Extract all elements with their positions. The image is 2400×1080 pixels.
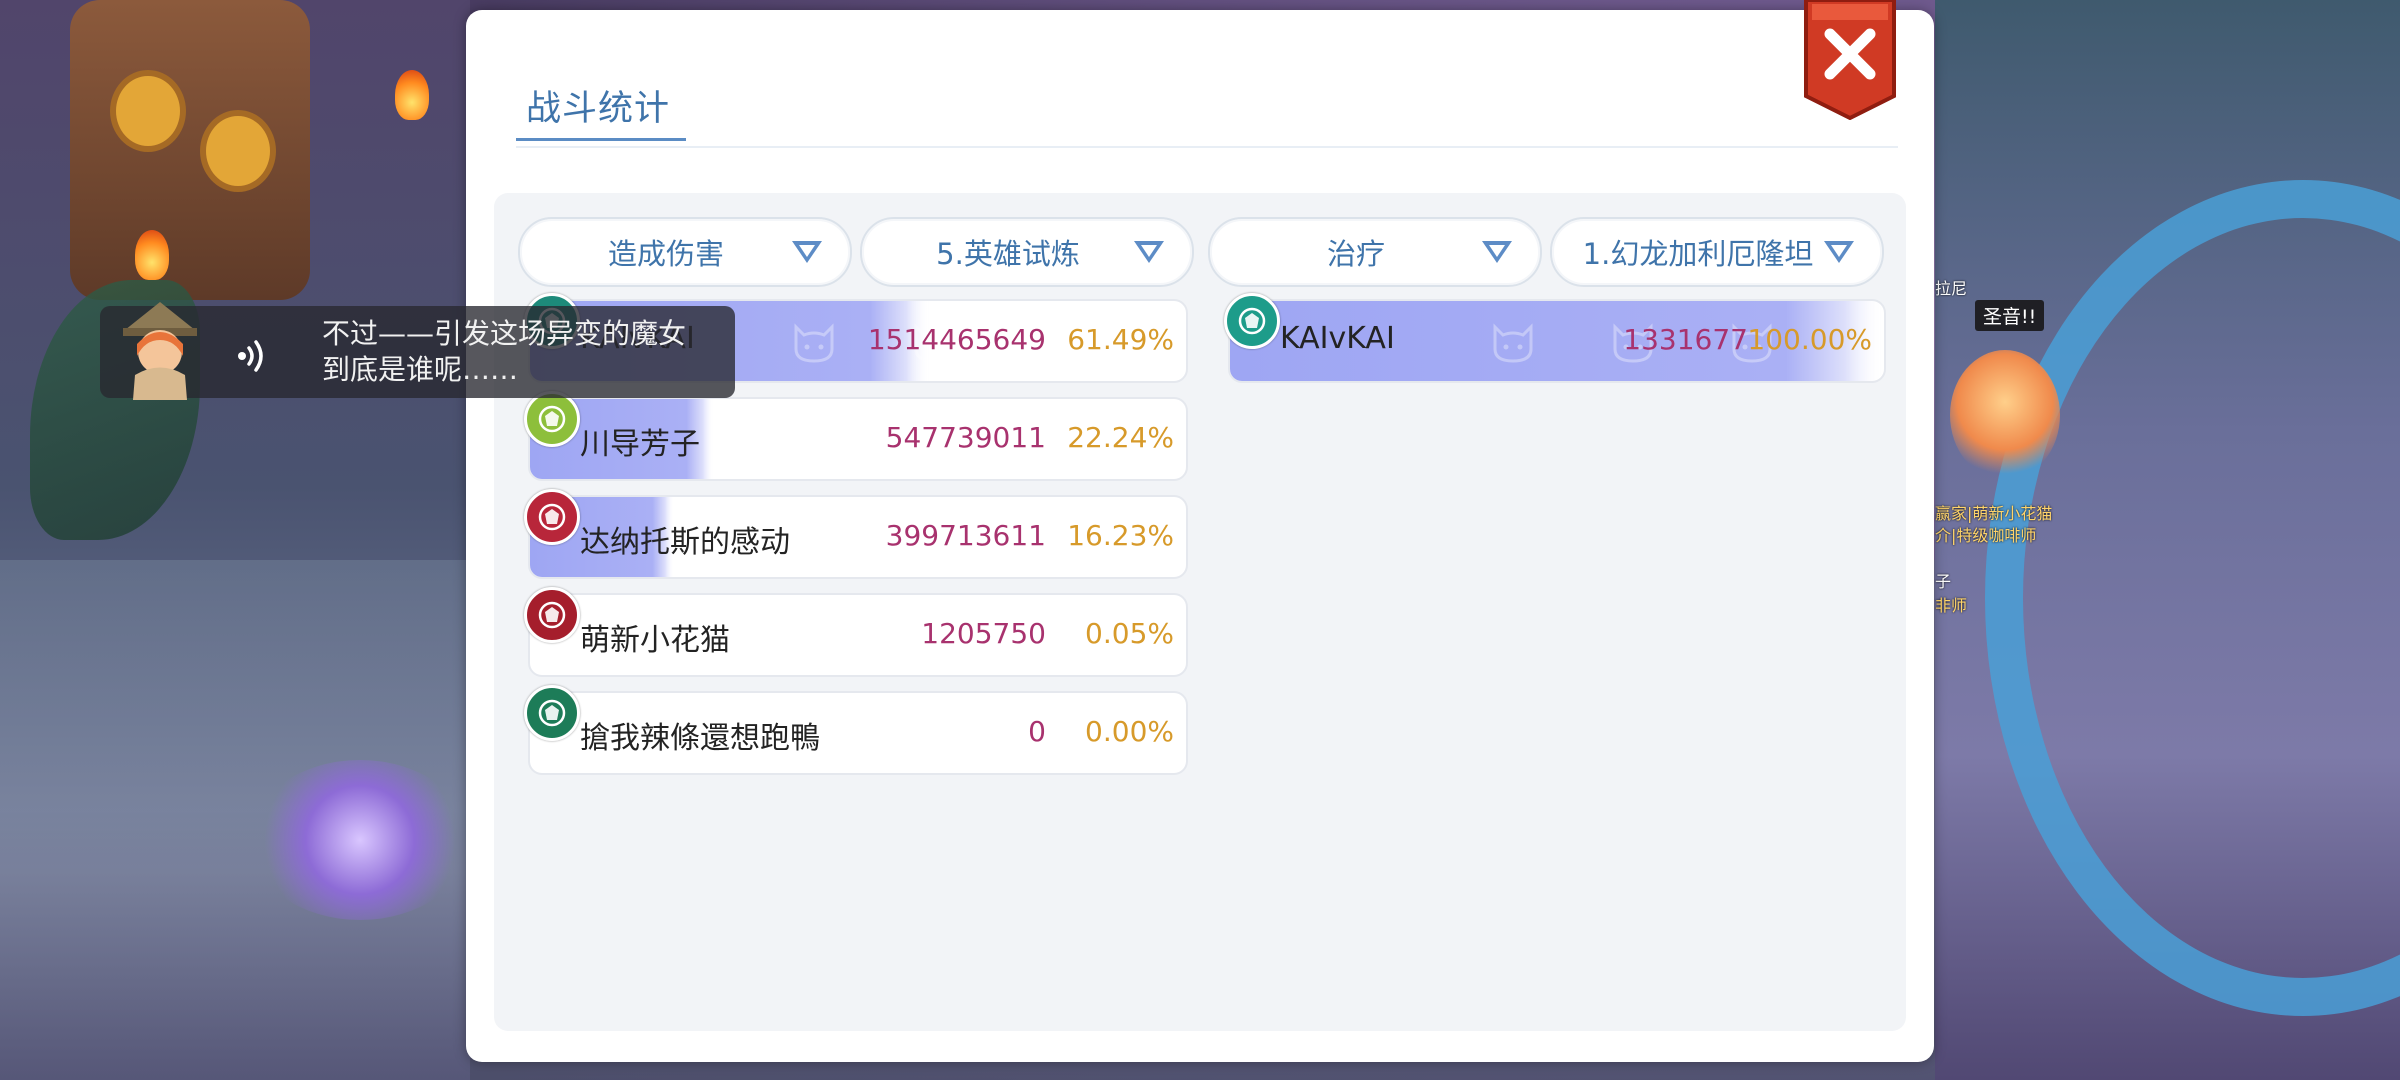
ranking-row: 搶我辣條還想跑鴨 0 0.00% xyxy=(528,691,1188,775)
npc-dialog-text: 不过——引发这场异变的魔女 到底是谁呢…… xyxy=(322,316,742,388)
class-emblem-icon xyxy=(524,391,580,447)
heal-type-dropdown[interactable]: 治疗 xyxy=(1208,217,1542,287)
stat-percent: 16.23% xyxy=(1067,519,1174,552)
npc-avatar xyxy=(115,300,205,400)
ranking-row: 萌新小花猫 1205750 0.05% xyxy=(528,593,1188,677)
triangle-down-icon xyxy=(1482,241,1512,263)
stat-value: 1331677 xyxy=(1623,323,1748,356)
triangle-down-icon xyxy=(792,241,822,263)
dropdown-label: 造成伤害 xyxy=(607,237,724,271)
triangle-down-icon xyxy=(1134,241,1164,263)
dialog-line: 不过——引发这场异变的魔女 xyxy=(322,317,687,350)
cat-icon xyxy=(790,613,838,657)
stat-value: 1514465649 xyxy=(867,323,1046,356)
npc-title-label: 介|特级咖啡师 xyxy=(1935,526,2037,545)
cat-icon xyxy=(910,711,958,755)
cat-icon xyxy=(1489,319,1537,363)
panel-title: 战斗统计 xyxy=(526,89,671,129)
fox-character xyxy=(1950,350,2060,480)
voice-icon[interactable] xyxy=(234,336,274,376)
ranking-row: 川导芳子 547739011 22.24% xyxy=(528,397,1188,481)
stat-percent: 100.00% xyxy=(1747,323,1872,356)
close-button[interactable] xyxy=(1800,0,1900,120)
totem-eye xyxy=(200,110,276,192)
player-name: KAIvKAI xyxy=(1280,321,1395,356)
damage-type-dropdown[interactable]: 造成伤害 xyxy=(518,217,852,287)
torch-flame-icon xyxy=(135,230,169,280)
title-underline xyxy=(516,138,686,141)
header-divider xyxy=(516,146,1898,148)
stat-percent: 0.05% xyxy=(1085,617,1174,650)
player-name: 川导芳子 xyxy=(580,427,700,462)
player-name: 达纳托斯的感动 xyxy=(580,525,790,560)
npc-name-label: 赢家|萌新小花猫 xyxy=(1935,504,2053,523)
cat-icon xyxy=(790,319,838,363)
class-emblem-icon xyxy=(1224,293,1280,349)
class-emblem-icon xyxy=(524,587,580,643)
stat-percent: 0.00% xyxy=(1085,715,1174,748)
stat-value: 0 xyxy=(1028,715,1046,748)
totem-eye xyxy=(110,70,186,152)
stat-percent: 22.24% xyxy=(1067,421,1174,454)
stat-value: 1205750 xyxy=(921,617,1046,650)
portal-glow xyxy=(250,760,470,920)
close-icon xyxy=(1804,0,1896,120)
class-emblem-icon xyxy=(524,489,580,545)
tiki-totem xyxy=(70,0,310,300)
player-name: 搶我辣條還想跑鴨 xyxy=(580,721,820,756)
ranking-row: 达纳托斯的感动 399713611 16.23% xyxy=(528,495,1188,579)
player-name: 萌新小花猫 xyxy=(580,623,730,658)
class-emblem-icon xyxy=(524,685,580,741)
heal-stage-dropdown[interactable]: 1.幻龙加利厄隆坦 xyxy=(1550,217,1884,287)
dialog-line: 到底是谁呢…… xyxy=(322,353,519,386)
stat-percent: 61.49% xyxy=(1067,323,1174,356)
dropdown-label: 1.幻龙加利厄隆坦 xyxy=(1582,237,1814,271)
torch-flame-icon xyxy=(395,70,429,120)
battle-stats-panel: 战斗统计 造成伤害 5.英雄试炼 治疗 1.幻龙加利厄隆坦 KAIvKAI 151… xyxy=(466,0,1934,1062)
dropdown-label: 5.英雄试炼 xyxy=(936,237,1080,271)
npc-title-label: 非师 xyxy=(1935,596,1968,615)
player-shout-bubble: 圣音!! xyxy=(1975,300,2045,331)
cat-icon xyxy=(790,417,838,461)
npc-name-label: 拉尼 xyxy=(1935,279,1968,298)
dropdown-label: 治疗 xyxy=(1326,237,1385,271)
damage-stage-dropdown[interactable]: 5.英雄试炼 xyxy=(860,217,1194,287)
stat-value: 547739011 xyxy=(885,421,1046,454)
stat-value: 399713611 xyxy=(885,519,1046,552)
triangle-down-icon xyxy=(1824,241,1854,263)
ranking-row: KAIvKAI 1331677 100.00% xyxy=(1228,299,1886,383)
cat-icon xyxy=(790,515,838,559)
npc-name-label: 子 xyxy=(1935,572,1952,591)
